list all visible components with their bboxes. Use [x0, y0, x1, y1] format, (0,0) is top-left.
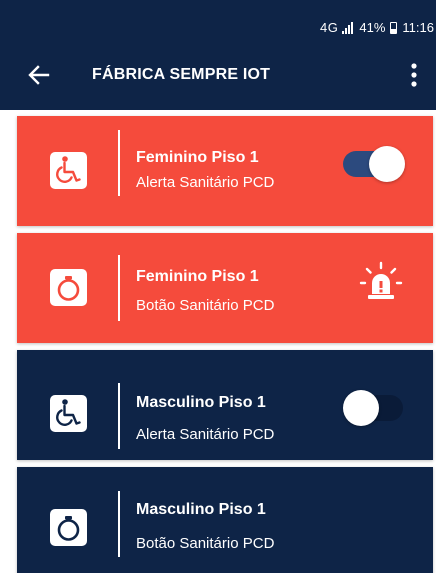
card-title: Masculino Piso 1 — [136, 501, 266, 518]
toggle-knob — [343, 390, 379, 426]
back-button[interactable] — [26, 62, 52, 88]
ring-button-icon — [57, 516, 80, 541]
status-bar: 4G 41% 11:16 — [0, 0, 436, 40]
card-subtitle: Alerta Sanitário PCD — [136, 426, 275, 443]
battery-icon — [390, 21, 398, 34]
card-icon-box — [50, 509, 87, 546]
ring-button-icon — [57, 276, 80, 301]
card-divider — [118, 130, 120, 196]
status-indicators: 4G 41% 11:16 — [320, 20, 434, 35]
alarm-light-icon — [359, 261, 403, 305]
card-divider — [118, 255, 120, 321]
card-icon-box — [50, 152, 87, 189]
device-card[interactable]: Masculino Piso 1 Alerta Sanitário PCD — [17, 350, 433, 460]
wheelchair-icon — [56, 399, 81, 426]
device-card[interactable]: Feminino Piso 1 Botão Sanitário PCD — [17, 233, 433, 343]
card-divider — [118, 491, 120, 557]
overflow-menu-button[interactable] — [406, 60, 422, 90]
card-title: Feminino Piso 1 — [136, 149, 259, 166]
clock: 11:16 — [402, 20, 434, 35]
card-icon-box — [50, 269, 87, 306]
app-bar: FÁBRICA SEMPRE IOT — [0, 40, 436, 110]
card-subtitle: Botão Sanitário PCD — [136, 535, 275, 552]
card-icon-box — [50, 395, 87, 432]
card-subtitle: Alerta Sanitário PCD — [136, 174, 275, 191]
card-title: Masculino Piso 1 — [136, 394, 266, 411]
page-title: FÁBRICA SEMPRE IOT — [92, 66, 271, 83]
alert-toggle[interactable] — [343, 144, 405, 184]
battery-percent: 41% — [359, 20, 386, 35]
signal-icon — [342, 21, 354, 34]
card-divider — [118, 383, 120, 449]
wheelchair-icon — [56, 156, 81, 183]
device-card[interactable]: Feminino Piso 1 Alerta Sanitário PCD — [17, 116, 433, 226]
card-title: Feminino Piso 1 — [136, 268, 259, 285]
more-vertical-icon — [411, 63, 417, 87]
network-type: 4G — [320, 20, 339, 35]
device-card[interactable]: Masculino Piso 1 Botão Sanitário PCD — [17, 467, 433, 573]
alert-toggle[interactable] — [343, 388, 403, 428]
back-arrow-icon — [28, 65, 50, 85]
card-subtitle: Botão Sanitário PCD — [136, 297, 275, 314]
toggle-knob — [369, 146, 405, 182]
